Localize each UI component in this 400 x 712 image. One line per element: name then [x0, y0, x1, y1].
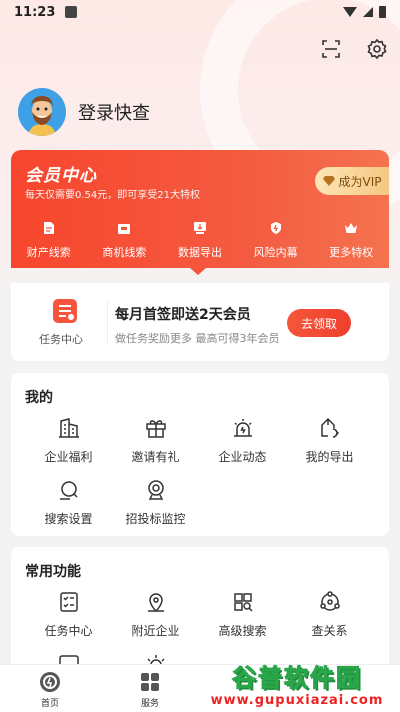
grid-item-bid-monitor[interactable]: 招投标监控 [112, 475, 199, 537]
login-link[interactable]: 登录快查 [78, 99, 150, 125]
grid-item-label: 任务中心 [44, 624, 93, 638]
grid-item-my-export[interactable]: 我的导出 [286, 413, 373, 475]
vip-item-label: 更多特权 [329, 246, 374, 259]
wifi-icon [343, 7, 357, 17]
grid-item-label: 我的导出 [305, 450, 354, 464]
checklist-icon [57, 590, 81, 614]
settings-icon[interactable] [366, 38, 388, 60]
location-icon [144, 590, 168, 614]
grid-item-advanced-search[interactable]: 高级搜索 [199, 587, 286, 649]
grid-icon [139, 671, 161, 693]
search-icon [57, 478, 81, 502]
claim-button[interactable]: 去领取 [287, 309, 351, 337]
export-icon [192, 220, 208, 236]
divider [107, 301, 108, 345]
grid-item-invite[interactable]: 邀请有礼 [112, 413, 199, 475]
briefcase-icon [116, 220, 132, 236]
grid-item-label: 高级搜索 [218, 624, 267, 638]
grid-item-label: 查关系 [311, 624, 348, 638]
grid-item-label: 搜索设置 [44, 512, 93, 526]
document-icon [41, 220, 57, 236]
status-bar: 11:23 [0, 0, 400, 24]
task-title: 每月首签即送2天会员 [115, 307, 251, 323]
vip-title: 会员中心 [25, 166, 97, 186]
mine-grid: 企业福利 邀请有礼 企业动态 我的导出 搜索设置 招投标监控 [11, 413, 389, 537]
grid-item-label: 企业福利 [44, 450, 93, 464]
mine-section: 我的 企业福利 邀请有礼 企业动态 我的导出 搜索设置 招投标监控 [11, 373, 389, 536]
grid-item-enterprise-news[interactable]: 企业动态 [199, 413, 286, 475]
become-vip-label: 成为VIP [338, 174, 382, 189]
watermark-url: www.gupuxiazai.com [210, 693, 384, 708]
notification-icon [65, 6, 78, 18]
grid-item-task-center[interactable]: 任务中心 [25, 587, 112, 649]
grid-item-relations[interactable]: 查关系 [286, 587, 373, 649]
grid-item-search-settings[interactable]: 搜索设置 [25, 475, 112, 537]
vip-item-label: 风险内幕 [253, 246, 298, 259]
gift-icon [144, 416, 168, 440]
building-icon [57, 416, 81, 440]
nav-label: 服务 [140, 699, 159, 709]
crown-icon [343, 220, 359, 236]
grid-item-label: 邀请有礼 [131, 450, 180, 464]
vip-item-more[interactable]: 更多特权 [313, 220, 389, 260]
battery-icon [379, 6, 386, 18]
signal-icon [363, 7, 373, 17]
vip-item-label: 数据导出 [177, 246, 222, 259]
vip-item-risk[interactable]: 风险内幕 [238, 220, 314, 260]
user-row[interactable]: 登录快查 [18, 88, 150, 136]
nav-item-service[interactable]: 服务 [100, 665, 200, 712]
nav-item-home[interactable]: 首页 [0, 665, 100, 712]
task-center-label: 任务中心 [39, 333, 83, 346]
section-title: 我的 [25, 390, 53, 406]
grid-item-enterprise-welfare[interactable]: 企业福利 [25, 413, 112, 475]
vip-subtitle: 每天仅需要0.54元，即可享受21大特权 [25, 190, 200, 201]
task-center-icon[interactable] [51, 297, 79, 325]
become-vip-button[interactable]: 成为VIP [315, 167, 389, 195]
watermark-title: 谷普软件园 [232, 664, 362, 693]
home-icon [39, 671, 61, 693]
task-card[interactable]: 任务中心 每月首签即送2天会员 做任务奖励更多 最高可得3年会员 去领取 [11, 283, 389, 361]
shield-icon [268, 220, 284, 236]
vip-item-property[interactable]: 财产线索 [11, 220, 87, 260]
camera-icon [144, 478, 168, 502]
grid-item-label: 企业动态 [218, 450, 267, 464]
vip-item-export[interactable]: 数据导出 [162, 220, 238, 260]
grid-item-label: 附近企业 [131, 624, 180, 638]
relation-icon [318, 590, 342, 614]
watermark: 谷普软件园 www.gupuxiazai.com [202, 654, 392, 712]
vip-card[interactable]: 会员中心 每天仅需要0.54元，即可享受21大特权 成为VIP 财产线索 商机线… [11, 150, 389, 268]
header-actions [320, 38, 388, 60]
vip-item-label: 财产线索 [26, 246, 71, 259]
export-icon [318, 416, 342, 440]
scan-icon[interactable] [320, 38, 342, 60]
task-subtitle: 做任务奖励更多 最高可得3年会员 [115, 332, 280, 345]
vip-pointer [190, 268, 206, 275]
grid-item-label: 招投标监控 [125, 512, 186, 526]
vip-item-business[interactable]: 商机线索 [87, 220, 163, 260]
vip-item-label: 商机线索 [102, 246, 147, 259]
status-time: 11:23 [14, 4, 56, 20]
advanced-search-icon [231, 590, 255, 614]
section-title: 常用功能 [25, 564, 81, 580]
alarm-icon [231, 416, 255, 440]
vip-privileges: 财产线索 商机线索 数据导出 风险内幕 更多特权 [11, 220, 389, 260]
avatar[interactable] [18, 88, 66, 136]
diamond-icon [322, 176, 335, 186]
nav-label: 首页 [40, 699, 59, 709]
grid-item-nearby[interactable]: 附近企业 [112, 587, 199, 649]
